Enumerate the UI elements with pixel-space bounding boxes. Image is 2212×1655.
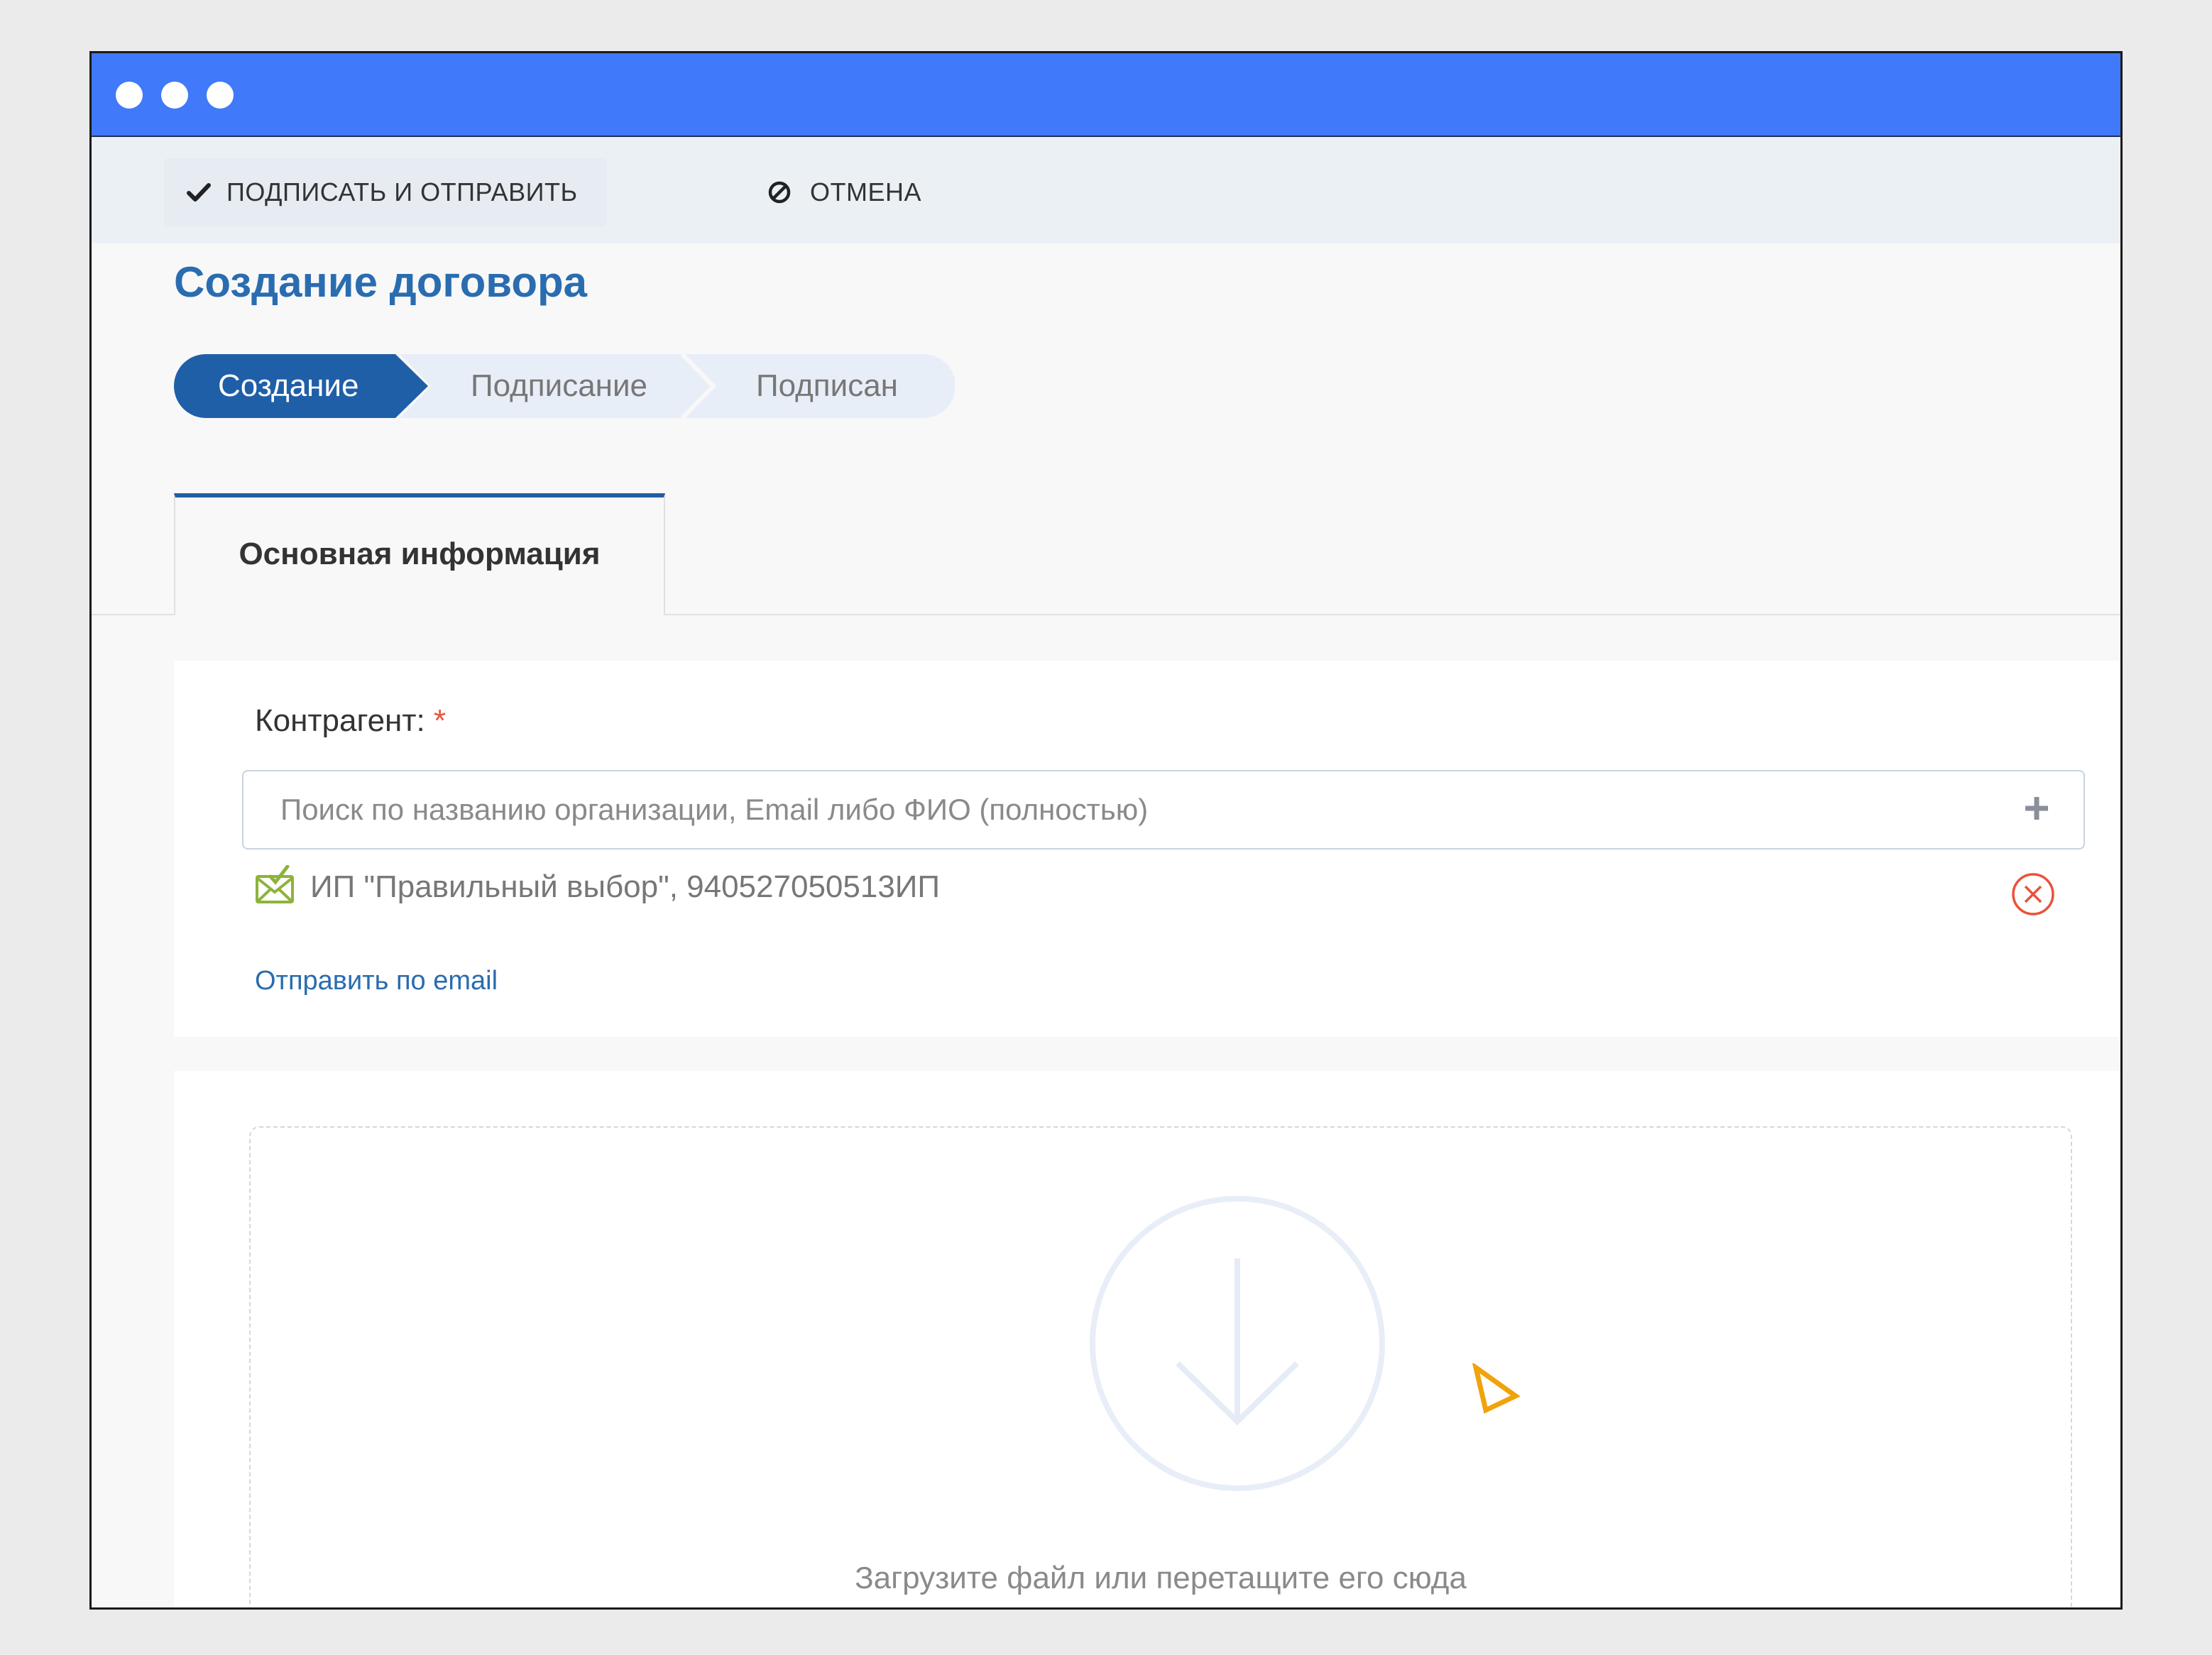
cancel-button[interactable]: ОТМЕНА [677, 158, 982, 226]
required-mark: * [433, 703, 447, 738]
counterparty-search-field [242, 770, 2085, 850]
cancel-icon [768, 181, 791, 204]
tab-main-info-label: Основная информация [239, 537, 601, 571]
download-arrow-icon [1090, 1196, 1385, 1491]
verified-mail-icon [256, 865, 294, 903]
window-control-dot[interactable] [116, 82, 143, 109]
remove-counterparty-icon[interactable] [2010, 871, 2057, 918]
progress-stepper: Создание Подписание Подписан [174, 354, 955, 418]
step-signing: Подписание [471, 368, 648, 403]
step-create: Создание [218, 368, 359, 403]
checkmark-icon [187, 183, 211, 202]
plus-icon[interactable] [2020, 791, 2054, 825]
send-by-email-link[interactable]: Отправить по email [255, 966, 498, 996]
title-bar [92, 53, 2120, 137]
counterparty-label-text: Контрагент: [255, 703, 425, 738]
upload-card: Загрузите файл или перетащите его сюда [174, 1071, 2120, 1607]
selected-counterparty-text: ИП "Правильный выбор", 940527050513ИП [310, 869, 941, 904]
window-control-dot[interactable] [161, 82, 188, 109]
app-window: ПОДПИСАТЬ И ОТПРАВИТЬ ОТМЕНА Создание до… [89, 51, 2123, 1610]
counterparty-card: Контрагент: * ИП "Правильный выбор", 940… [174, 661, 2120, 1037]
counterparty-label: Контрагент: * [255, 703, 446, 739]
selected-counterparty: ИП "Правильный выбор", 940527050513ИП [255, 865, 2030, 911]
sign-and-send-label: ПОДПИСАТЬ И ОТПРАВИТЬ [226, 177, 578, 207]
toolbar: ПОДПИСАТЬ И ОТПРАВИТЬ ОТМЕНА [92, 137, 2120, 243]
sign-and-send-button[interactable]: ПОДПИСАТЬ И ОТПРАВИТЬ [164, 158, 607, 226]
step-signed: Подписан [756, 368, 898, 403]
file-dropzone[interactable]: Загрузите файл или перетащите его сюда [249, 1126, 2072, 1607]
page-title: Создание договора [174, 258, 587, 306]
counterparty-search-input[interactable] [243, 771, 2004, 848]
window-control-dot[interactable] [207, 82, 234, 109]
cancel-label: ОТМЕНА [810, 177, 922, 207]
upload-hint: Загрузите файл или перетащите его сюда [855, 1561, 1467, 1595]
mouse-cursor-icon [1472, 1363, 1521, 1414]
tab-main-info[interactable]: Основная информация [174, 493, 665, 615]
